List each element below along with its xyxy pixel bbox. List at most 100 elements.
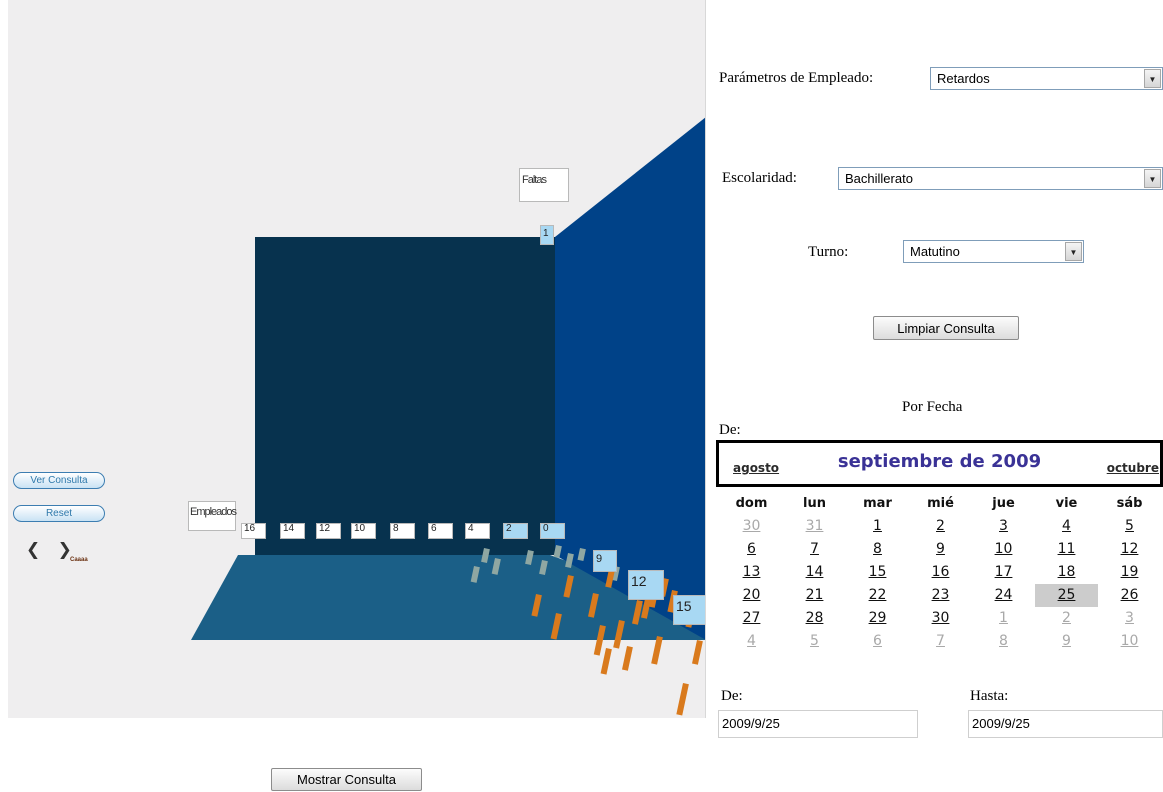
calendar-day[interactable]: 4 (720, 630, 783, 653)
calendar-next-month-link[interactable]: octubre (1107, 461, 1159, 475)
calendar-day[interactable]: 27 (720, 607, 783, 630)
calendar-day[interactable]: 6 (720, 538, 783, 561)
calendar-day[interactable]: 3 (1098, 607, 1161, 630)
calendar-day[interactable]: 1 (972, 607, 1035, 630)
x-axis-tick: 2 (503, 523, 528, 539)
calendar-day[interactable]: 24 (972, 584, 1035, 607)
calendar-day[interactable]: 16 (909, 561, 972, 584)
chart-bar (600, 648, 612, 675)
calendar-grid: dom lun mar mié jue vie sáb 30 31 1 2 3 4 5 6 7 8 9 10 11 12… (720, 493, 1163, 653)
parametros-value: Retardos (937, 71, 990, 86)
ver-consulta-button[interactable]: Ver Consulta (13, 472, 105, 489)
calendar-day[interactable]: 5 (1098, 515, 1161, 538)
calendar-day[interactable]: 2 (1035, 607, 1098, 630)
y-axis-tick: 12 (628, 570, 664, 600)
calendar-day[interactable]: 19 (1098, 561, 1161, 584)
por-fecha-heading: Por Fecha (902, 399, 963, 415)
chart-bar (692, 640, 703, 665)
y-axis-tick: 15 (673, 595, 705, 625)
y-axis-label: Faltas (519, 168, 569, 202)
calendar-day[interactable]: 20 (720, 584, 783, 607)
calendar-day-selected[interactable]: 25 (1035, 584, 1098, 607)
calendar-day[interactable]: 9 (1035, 630, 1098, 653)
parametros-label: Parámetros de Empleado: (719, 70, 874, 86)
calendar-day[interactable]: 4 (1035, 515, 1098, 538)
calendar-day[interactable]: 22 (846, 584, 909, 607)
calendar-day[interactable]: 31 (783, 515, 846, 538)
reset-button[interactable]: Reset (13, 505, 105, 522)
chart-bar (622, 646, 633, 671)
calendar-week-row: 4 5 6 7 8 9 10 (720, 630, 1163, 653)
chart-side-wall (555, 117, 705, 640)
chart-viewport[interactable]: Faltas Empleados 16 14 12 10 8 6 4 2 0 1 9 12 15 Ver… (8, 0, 706, 718)
calendar-weekday: vie (1055, 496, 1078, 511)
escolaridad-select[interactable]: Bachillerato ▼ (838, 167, 1163, 190)
calendar-day[interactable]: 10 (1098, 630, 1161, 653)
chevron-down-icon[interactable]: ▼ (1144, 69, 1161, 88)
calendar-day[interactable]: 10 (972, 538, 1035, 561)
turno-select[interactable]: Matutino ▼ (903, 240, 1084, 263)
calendar-title: septiembre de 2009 (837, 451, 1042, 472)
calendar-day[interactable]: 7 (909, 630, 972, 653)
calendar-week-row: 6 7 8 9 10 11 12 (720, 538, 1163, 561)
calendar-day[interactable]: 26 (1098, 584, 1161, 607)
calendar-day[interactable]: 8 (846, 538, 909, 561)
x-axis-tick: 6 (428, 523, 453, 539)
calendar-day[interactable]: 6 (846, 630, 909, 653)
x-axis-tick: 4 (465, 523, 490, 539)
y-axis-tick: 9 (593, 550, 617, 572)
calendar-day[interactable]: 11 (1035, 538, 1098, 561)
limpiar-consulta-button[interactable]: Limpiar Consulta (873, 316, 1019, 340)
calendar-day[interactable]: 8 (972, 630, 1035, 653)
x-axis-tick: 10 (351, 523, 376, 539)
calendar-day[interactable]: 2 (909, 515, 972, 538)
de-date-input[interactable]: 2009/9/25 (718, 710, 918, 738)
calendar-day[interactable]: 7 (783, 538, 846, 561)
calendar-day[interactable]: 18 (1035, 561, 1098, 584)
hasta-date-input[interactable]: 2009/9/25 (968, 710, 1163, 738)
chart-bar (676, 682, 689, 716)
chart-back-wall (255, 237, 555, 555)
calendar-day[interactable]: 3 (972, 515, 1035, 538)
calendar-header: agosto septiembre de 2009 octubre (716, 440, 1163, 487)
x-axis-tick: 8 (390, 523, 415, 539)
escolaridad-value: Bachillerato (845, 171, 913, 186)
x-axis-tick: 16 (241, 523, 266, 539)
calendar-day[interactable]: 30 (909, 607, 972, 630)
chart-bar (651, 636, 663, 665)
calendar-weekday: dom (735, 496, 768, 511)
calendar-day[interactable]: 9 (909, 538, 972, 561)
calendar-day[interactable]: 13 (720, 561, 783, 584)
calendar-weekday: sáb (1116, 496, 1143, 511)
calendar-week-row: 30 31 1 2 3 4 5 (720, 515, 1163, 538)
calendar-day[interactable]: 15 (846, 561, 909, 584)
calendar-week-row: 13 14 15 16 17 18 19 (720, 561, 1163, 584)
calendar-weekday-row: dom lun mar mié jue vie sáb (720, 493, 1163, 515)
calendar-weekday: lun (803, 496, 826, 511)
x-axis-tick: 14 (280, 523, 305, 539)
calendar-day[interactable]: 30 (720, 515, 783, 538)
turno-label: Turno: (808, 244, 849, 260)
x-axis-label: Empleados (188, 501, 237, 531)
mostrar-consulta-button[interactable]: Mostrar Consulta (271, 768, 422, 791)
calendar-day[interactable]: 21 (783, 584, 846, 607)
de-label-top: De: (719, 422, 741, 438)
3d-scene (191, 117, 705, 716)
calendar-day[interactable]: 5 (783, 630, 846, 653)
calendar-week-row: 27 28 29 30 1 2 3 (720, 607, 1163, 630)
y-axis-tick: 1 (540, 225, 554, 245)
calendar-day[interactable]: 17 (972, 561, 1035, 584)
turno-value: Matutino (910, 244, 960, 259)
calendar-day[interactable]: 29 (846, 607, 909, 630)
x-axis-tick: 12 (316, 523, 341, 539)
calendar-day[interactable]: 14 (783, 561, 846, 584)
x-axis-tick: 0 (540, 523, 565, 539)
chevron-down-icon[interactable]: ▼ (1144, 169, 1161, 188)
chevron-down-icon[interactable]: ▼ (1065, 242, 1082, 261)
calendar-day[interactable]: 12 (1098, 538, 1161, 561)
calendar-day[interactable]: 1 (846, 515, 909, 538)
calendar-day[interactable]: 28 (783, 607, 846, 630)
calendar-day[interactable]: 23 (909, 584, 972, 607)
parametros-select[interactable]: Retardos ▼ (930, 67, 1163, 90)
hasta-label: Hasta: (970, 688, 1009, 704)
